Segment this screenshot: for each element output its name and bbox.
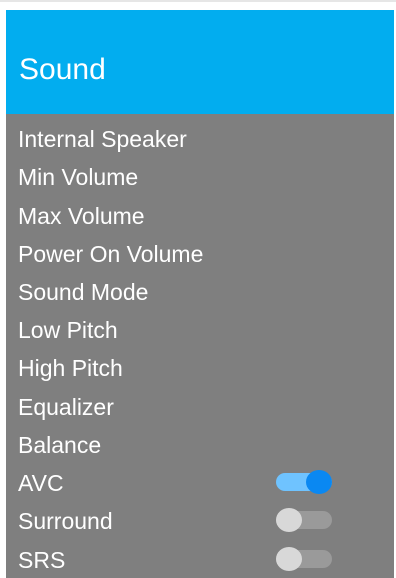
toggle-knob [276, 508, 302, 532]
settings-screen: Sound Internal Speaker Min Volume Max Vo… [0, 0, 396, 578]
menu-item-label: AVC [18, 470, 64, 496]
menu-item-label: Internal Speaker [18, 126, 187, 152]
sound-menu: Internal Speaker Min Volume Max Volume P… [6, 114, 394, 578]
header-bar: Sound [6, 10, 394, 114]
toggle-knob [306, 470, 332, 494]
surround-toggle[interactable] [276, 508, 332, 532]
page-title: Sound [19, 53, 106, 86]
menu-item-equalizer[interactable]: Equalizer [6, 387, 394, 425]
menu-item-label: Min Volume [18, 164, 139, 190]
menu-item-label: Power On Volume [18, 241, 204, 267]
toggle-knob [276, 547, 302, 571]
menu-item-label: Max Volume [18, 203, 145, 229]
menu-item-low-pitch[interactable]: Low Pitch [6, 310, 394, 348]
menu-item-balance[interactable]: Balance [6, 425, 394, 463]
menu-item-max-volume[interactable]: Max Volume [6, 196, 394, 234]
menu-item-srs[interactable]: SRS [6, 540, 394, 578]
menu-item-label: Equalizer [18, 394, 114, 420]
menu-item-label: Surround [18, 508, 113, 534]
menu-item-label: Balance [18, 432, 102, 458]
menu-item-min-volume[interactable]: Min Volume [6, 157, 394, 195]
menu-item-sound-mode[interactable]: Sound Mode [6, 272, 394, 310]
menu-item-avc[interactable]: AVC [6, 463, 394, 501]
menu-item-label: High Pitch [18, 355, 123, 381]
menu-item-surround[interactable]: Surround [6, 501, 394, 539]
menu-item-label: SRS [18, 547, 66, 573]
menu-item-internal-speaker[interactable]: Internal Speaker [6, 119, 394, 157]
menu-item-label: Low Pitch [18, 317, 118, 343]
avc-toggle[interactable] [276, 470, 332, 494]
menu-item-label: Sound Mode [18, 279, 149, 305]
srs-toggle[interactable] [276, 547, 332, 571]
menu-item-high-pitch[interactable]: High Pitch [6, 348, 394, 386]
menu-item-power-on-volume[interactable]: Power On Volume [6, 234, 394, 272]
